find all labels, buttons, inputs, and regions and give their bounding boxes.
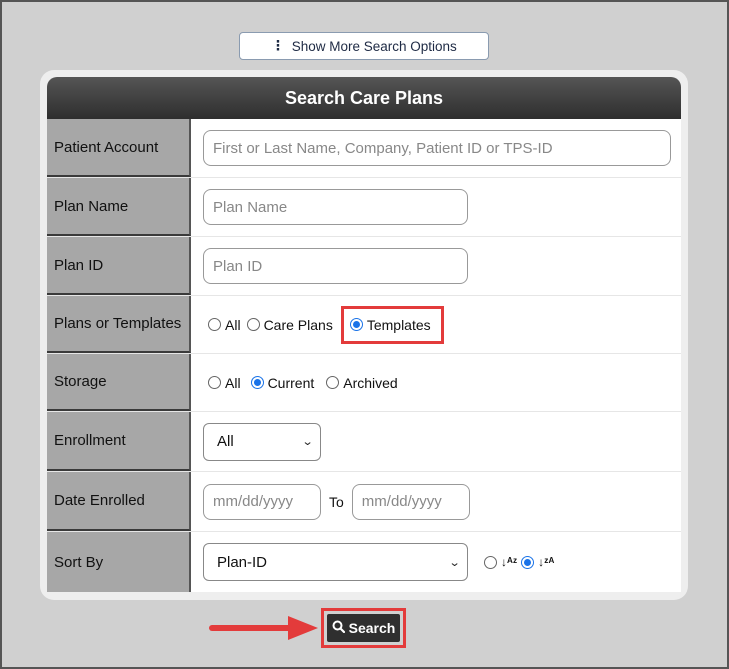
chevron-down-icon: ⌄ [448,556,461,569]
radio-storage-current-button[interactable] [250,376,264,389]
row-patient-account: Patient Account First or Last Name, Comp… [47,119,681,178]
storage-label: Storage [47,354,191,411]
enrollment-select[interactable]: All ⌄ [203,422,321,461]
sort-ascending-radio[interactable] [484,555,497,569]
chevron-down-icon: ⌄ [301,436,314,448]
radio-care-plans[interactable]: Care Plans [246,316,333,333]
radio-care-plans-label: Care Plans [263,316,333,333]
plans-or-templates-label: Plans or Templates [47,296,191,353]
date-to-label: To [329,493,344,510]
patient-account-cell: First or Last Name, Company, Patient ID … [191,119,681,177]
sort-by-select[interactable]: Plan-ID ⌄ [203,543,468,581]
plan-name-cell: Plan Name [191,178,681,236]
radio-storage-all-button[interactable] [208,376,221,389]
plan-id-input[interactable]: Plan ID [203,248,468,284]
plans-or-templates-cell: All Care Plans Templates [191,296,681,353]
enrollment-cell: All ⌄ [191,412,681,471]
radio-storage-archived[interactable]: Archived [326,374,398,391]
radio-storage-current-label: Current [267,374,315,391]
search-button[interactable]: Search [327,614,400,642]
radio-plans-all[interactable]: All [208,317,241,333]
show-more-options-button[interactable]: ⋮ Show More Search Options [239,32,489,60]
radio-storage-archived-button[interactable] [326,376,340,389]
templates-highlight-box: Templates [340,305,444,344]
radio-plans-all-label: All [225,316,241,333]
sort-by-select-value: Plan-ID [217,553,268,571]
sort-by-cell: Plan-ID ⌄ ↓ᴬᶻ ↓ᶻᴬ [191,532,681,592]
radio-care-plans-button[interactable] [246,318,260,331]
sort-descending-radio[interactable] [521,555,535,569]
kebab-icon: ⋮ [271,38,284,53]
radio-plans-all-button[interactable] [208,318,221,331]
radio-storage-all-label: All [225,374,241,391]
storage-radio-group: All Current Archived [208,375,404,391]
enrollment-label: Enrollment [47,412,191,471]
date-enrolled-from-input[interactable]: mm/dd/yyyy [203,483,321,520]
search-button-highlight: Search [321,608,406,648]
date-enrolled-label: Date Enrolled [47,472,191,531]
plan-name-input[interactable]: Plan Name [203,189,468,225]
radio-templates-button[interactable] [349,318,363,331]
date-enrolled-cell: mm/dd/yyyy To mm/dd/yyyy [191,472,681,531]
search-form: Patient Account First or Last Name, Comp… [47,119,681,592]
enrollment-select-value: All [217,433,234,450]
row-storage: Storage All Current Archived [47,354,681,412]
row-enrollment: Enrollment All ⌄ [47,412,681,472]
plan-id-label: Plan ID [47,237,191,295]
row-sort-by: Sort By Plan-ID ⌄ ↓ᴬᶻ ↓ᶻᴬ [47,532,681,592]
search-card-title: Search Care Plans [47,77,681,119]
sort-direction-group: ↓ᴬᶻ ↓ᶻᴬ [484,555,558,569]
sort-ascending-icon: ↓ᴬᶻ [501,555,518,569]
row-plans-or-templates: Plans or Templates All Care Plans Templa… [47,296,681,354]
arrow-right-icon [209,616,318,640]
row-date-enrolled: Date Enrolled mm/dd/yyyy To mm/dd/yyyy [47,472,681,532]
search-icon [332,620,345,636]
sort-descending-icon: ↓ᶻᴬ [538,555,555,569]
show-more-options-label: Show More Search Options [291,38,457,54]
row-plan-name: Plan Name Plan Name [47,178,681,237]
plans-or-templates-radio-group: All Care Plans Templates [208,305,444,344]
sort-by-label: Sort By [47,532,191,592]
radio-templates-label: Templates [366,316,431,333]
date-enrolled-to-input[interactable]: mm/dd/yyyy [351,483,470,520]
plan-id-cell: Plan ID [191,237,681,295]
radio-templates[interactable]: Templates [349,316,431,333]
search-button-label: Search [348,620,396,636]
radio-storage-archived-label: Archived [343,374,398,391]
plan-name-label: Plan Name [47,178,191,236]
patient-account-label: Patient Account [47,119,191,177]
storage-cell: All Current Archived [191,354,681,411]
radio-storage-all[interactable]: All [208,375,241,391]
radio-storage-current[interactable]: Current [250,374,315,391]
row-plan-id: Plan ID Plan ID [47,237,681,296]
patient-account-input[interactable]: First or Last Name, Company, Patient ID … [203,130,671,166]
